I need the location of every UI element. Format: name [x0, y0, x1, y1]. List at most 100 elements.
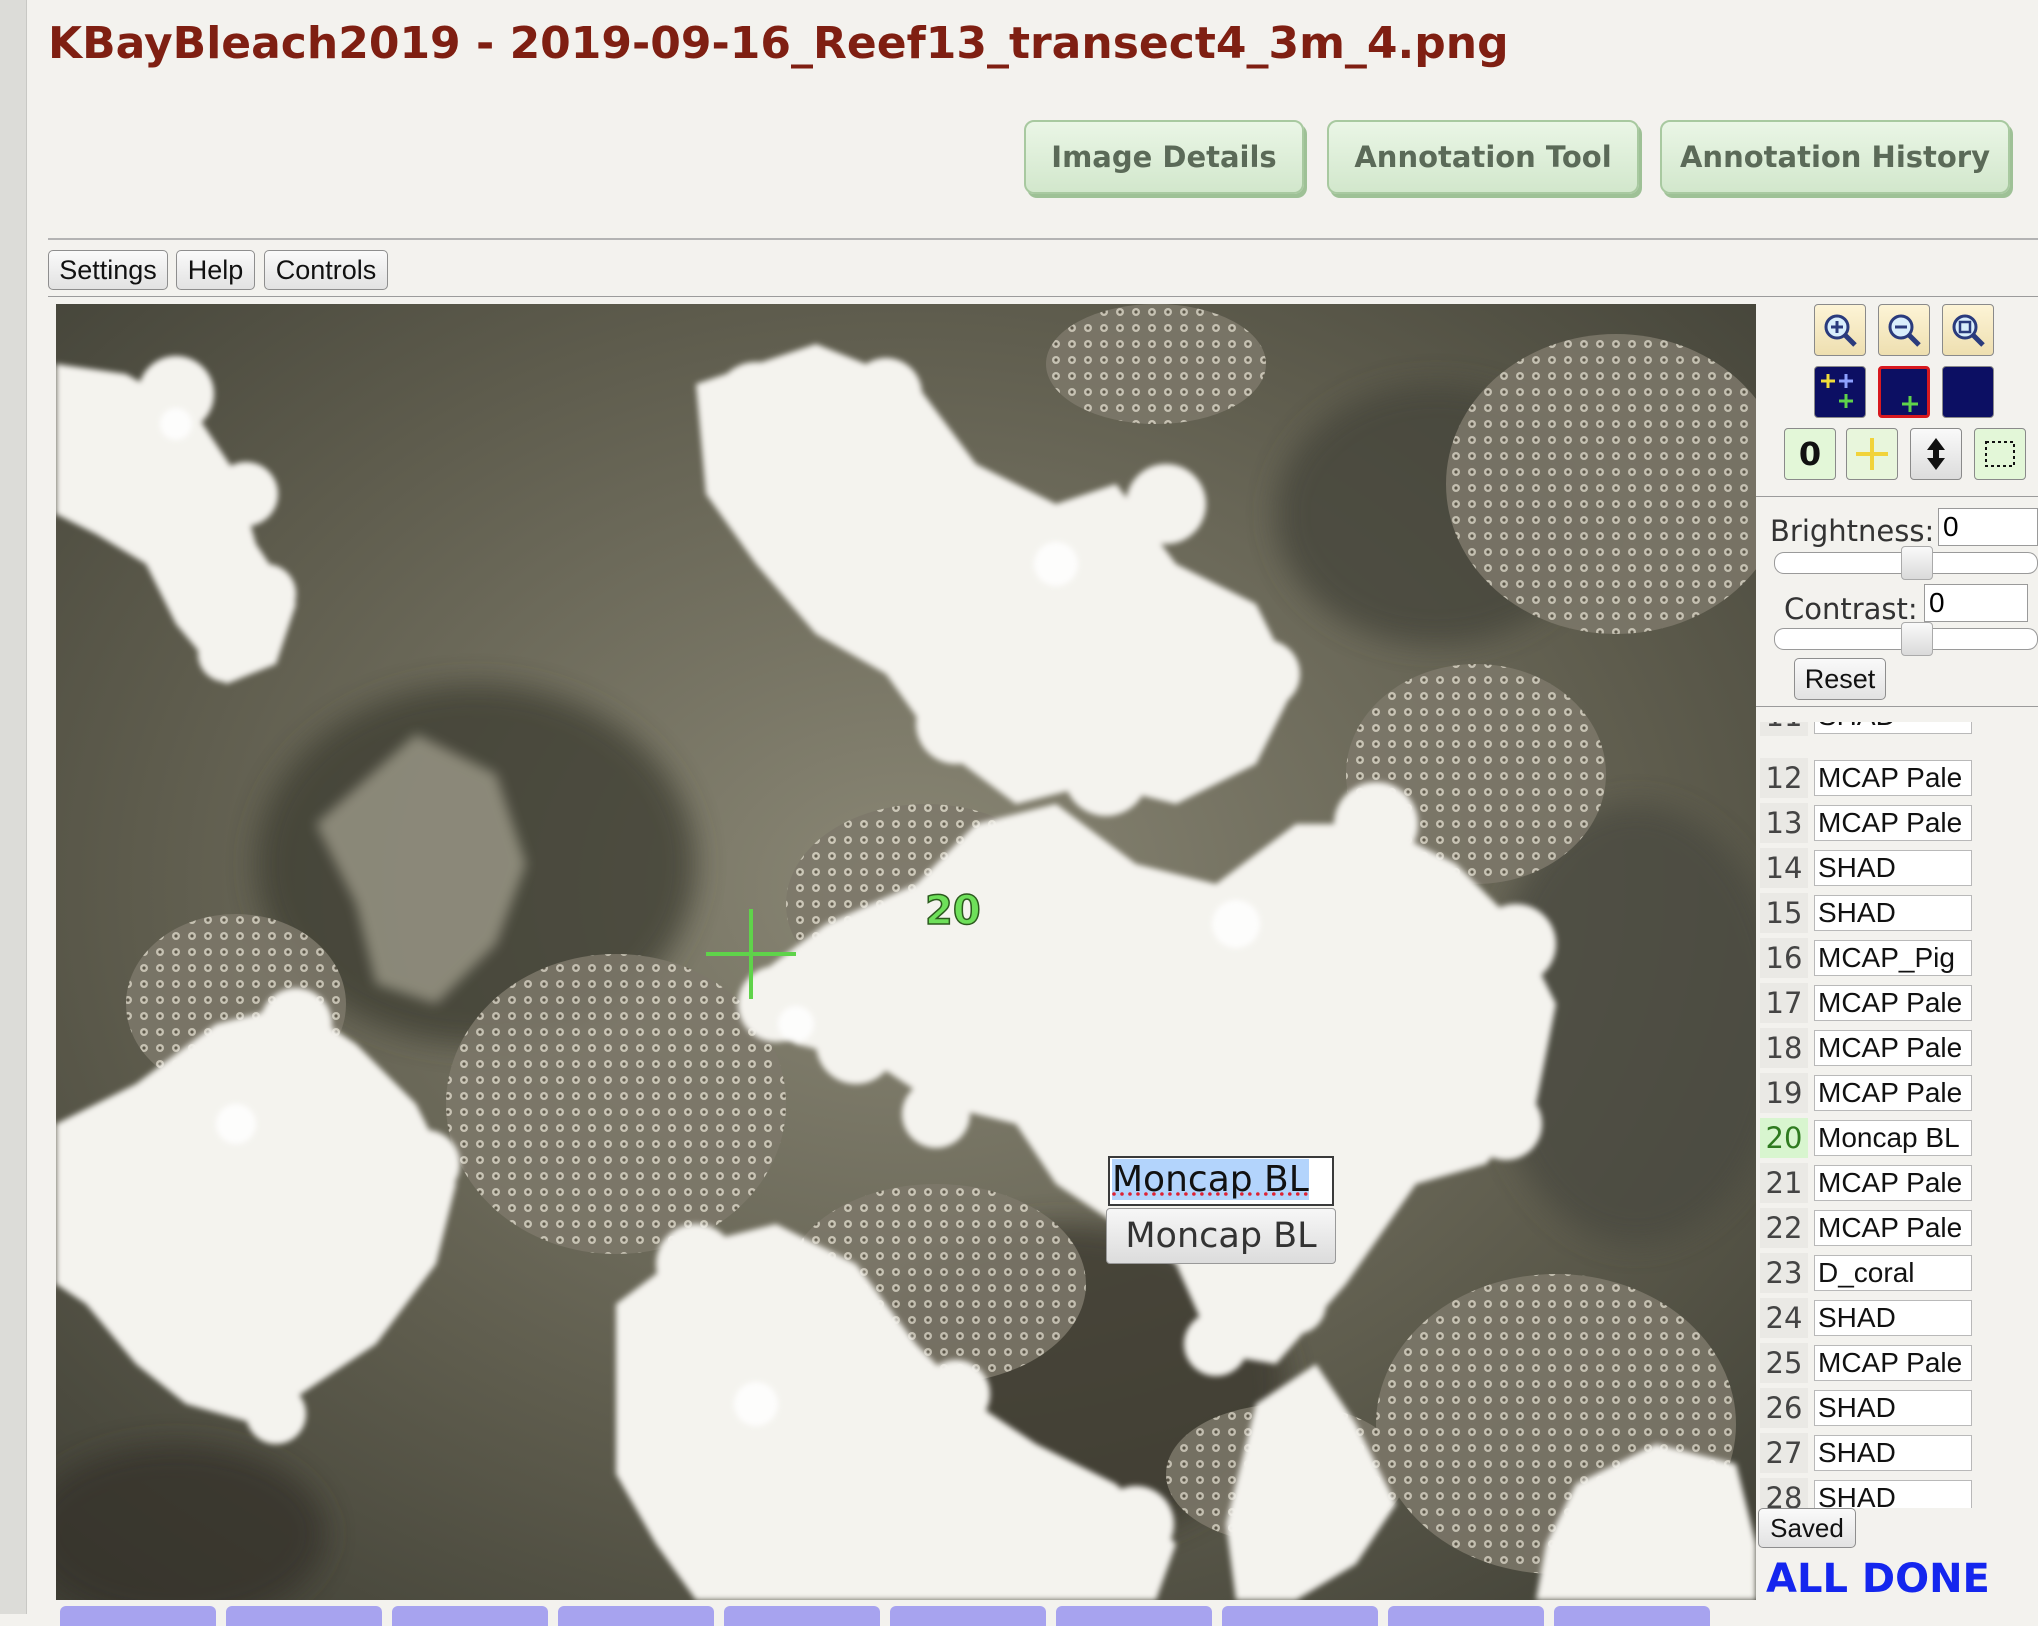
brightness-slider[interactable] — [1774, 546, 2038, 580]
point-number-icon[interactable]: 0 — [1784, 428, 1836, 480]
point-label-field[interactable]: Moncap BL — [1814, 1120, 1972, 1156]
slider-handle[interactable] — [1901, 622, 1933, 656]
point-row[interactable]: 13 MCAP Pale — [1760, 803, 2038, 843]
point-number: 21 — [1760, 1163, 1808, 1203]
brightness-label: Brightness: — [1770, 514, 1935, 548]
point-row[interactable]: 19 MCAP Pale — [1760, 1073, 2038, 1113]
point-number: 17 — [1760, 983, 1808, 1023]
selected-point-icon[interactable] — [1878, 366, 1930, 418]
point-row[interactable]: 12 MCAP Pale — [1760, 758, 2038, 798]
left-rail — [0, 0, 27, 1614]
label-input[interactable]: Moncap BL — [1108, 1156, 1334, 1206]
zoom-in-icon[interactable] — [1814, 304, 1866, 356]
controls-button[interactable]: Controls — [264, 250, 388, 290]
annotation-image-canvas[interactable] — [56, 304, 1756, 1600]
point-row[interactable]: 23 D_coral — [1760, 1253, 2038, 1293]
bottom-tab[interactable] — [890, 1606, 1046, 1626]
point-label-field[interactable]: MCAP Pale — [1814, 1075, 1972, 1111]
coral-photo — [56, 304, 1756, 1600]
slider-handle[interactable] — [1901, 546, 1933, 580]
bottom-tab[interactable] — [724, 1606, 880, 1626]
point-label-field[interactable]: MCAP Pale — [1814, 1030, 1972, 1066]
point-label-field[interactable]: SHAD — [1814, 1480, 1972, 1508]
point-label-field[interactable]: MCAP Pale — [1814, 1345, 1972, 1381]
point-row[interactable]: 27 SHAD — [1760, 1433, 2038, 1473]
point-row[interactable]: 15 SHAD — [1760, 893, 2038, 933]
help-button[interactable]: Help — [176, 250, 255, 290]
select-box-icon[interactable] — [1974, 428, 2026, 480]
point-number: 14 — [1760, 848, 1808, 888]
point-label-field[interactable]: SHAD — [1814, 1390, 1972, 1426]
bottom-tab[interactable] — [392, 1606, 548, 1626]
point-row[interactable]: 11 SHAD — [1760, 722, 2038, 736]
tab-annotation-history[interactable]: Annotation History — [1660, 120, 2010, 194]
point-row[interactable]: 28 SHAD — [1760, 1478, 2038, 1508]
all-points-icon[interactable] — [1814, 366, 1866, 418]
point-row[interactable]: 24 SHAD — [1760, 1298, 2038, 1338]
contrast-slider[interactable] — [1774, 622, 2038, 656]
pan-icon[interactable] — [1910, 428, 1962, 480]
contrast-label: Contrast: — [1784, 592, 1918, 626]
point-marker-label: 20 — [924, 887, 981, 935]
point-label-field[interactable]: SHAD — [1814, 895, 1972, 931]
point-row[interactable]: 25 MCAP Pale — [1760, 1343, 2038, 1383]
point-row[interactable]: 17 MCAP Pale — [1760, 983, 2038, 1023]
point-number: 25 — [1760, 1343, 1808, 1383]
point-label-field[interactable]: SHAD — [1814, 1435, 1972, 1471]
blank-mode-icon[interactable] — [1942, 366, 1994, 418]
point-number: 13 — [1760, 803, 1808, 843]
point-number: 23 — [1760, 1253, 1808, 1293]
point-label-field[interactable]: SHAD — [1814, 850, 1972, 886]
point-number: 20 — [1760, 1118, 1808, 1158]
point-label-field[interactable]: SHAD — [1814, 1300, 1972, 1336]
bottom-tab[interactable] — [558, 1606, 714, 1626]
all-done-status: ALL DONE — [1766, 1556, 1990, 1602]
point-row[interactable]: 16 MCAP_Pig — [1760, 938, 2038, 978]
label-suggestion[interactable]: Moncap BL — [1106, 1208, 1336, 1264]
point-number: 18 — [1760, 1028, 1808, 1068]
contrast-field[interactable]: 0 — [1924, 584, 2028, 622]
point-number: 12 — [1760, 758, 1808, 798]
point-number: 11 — [1760, 722, 1808, 736]
point-label-field[interactable]: MCAP Pale — [1814, 805, 1972, 841]
point-row[interactable]: 18 MCAP Pale — [1760, 1028, 2038, 1068]
point-label-field[interactable]: MCAP_Pig — [1814, 940, 1972, 976]
point-number: 16 — [1760, 938, 1808, 978]
point-row[interactable]: 21 MCAP Pale — [1760, 1163, 2038, 1203]
point-list[interactable]: 11SHAD 12MCAP Pale 13MCAP Pale 14SHAD 15… — [1760, 722, 2038, 1508]
divider — [1756, 496, 2038, 497]
point-number: 26 — [1760, 1388, 1808, 1428]
bottom-tab[interactable] — [1056, 1606, 1212, 1626]
divider — [48, 238, 2038, 240]
tab-image-details[interactable]: Image Details — [1024, 120, 1304, 194]
point-number: 24 — [1760, 1298, 1808, 1338]
point-number: 19 — [1760, 1073, 1808, 1113]
divider — [1756, 706, 2038, 707]
tab-annotation-tool[interactable]: Annotation Tool — [1327, 120, 1639, 194]
point-label-field[interactable]: SHAD — [1814, 722, 1972, 734]
settings-button[interactable]: Settings — [48, 250, 168, 290]
point-label-field[interactable]: MCAP Pale — [1814, 1210, 1972, 1246]
point-label-field[interactable]: MCAP Pale — [1814, 760, 1972, 796]
point-label-field[interactable]: MCAP Pale — [1814, 985, 1972, 1021]
point-label-field[interactable]: D_coral — [1814, 1255, 1972, 1291]
crosshair-icon[interactable] — [1846, 428, 1898, 480]
reset-button[interactable]: Reset — [1794, 658, 1886, 700]
point-row-current[interactable]: 20 Moncap BL — [1760, 1118, 2038, 1158]
point-number: 28 — [1760, 1478, 1808, 1508]
point-number: 22 — [1760, 1208, 1808, 1248]
point-label-field[interactable]: MCAP Pale — [1814, 1165, 1972, 1201]
brightness-field[interactable]: 0 — [1938, 508, 2038, 546]
bottom-tab[interactable] — [226, 1606, 382, 1626]
point-row[interactable]: 22 MCAP Pale — [1760, 1208, 2038, 1248]
point-row[interactable]: 14 SHAD — [1760, 848, 2038, 888]
bottom-tab[interactable] — [1388, 1606, 1544, 1626]
bottom-tab[interactable] — [1554, 1606, 1710, 1626]
zoom-fit-icon[interactable] — [1942, 304, 1994, 356]
saved-button[interactable]: Saved — [1758, 1508, 1856, 1548]
bottom-tab[interactable] — [1222, 1606, 1378, 1626]
divider — [48, 296, 2038, 297]
point-row[interactable]: 26 SHAD — [1760, 1388, 2038, 1428]
zoom-out-icon[interactable] — [1878, 304, 1930, 356]
bottom-tab[interactable] — [60, 1606, 216, 1626]
